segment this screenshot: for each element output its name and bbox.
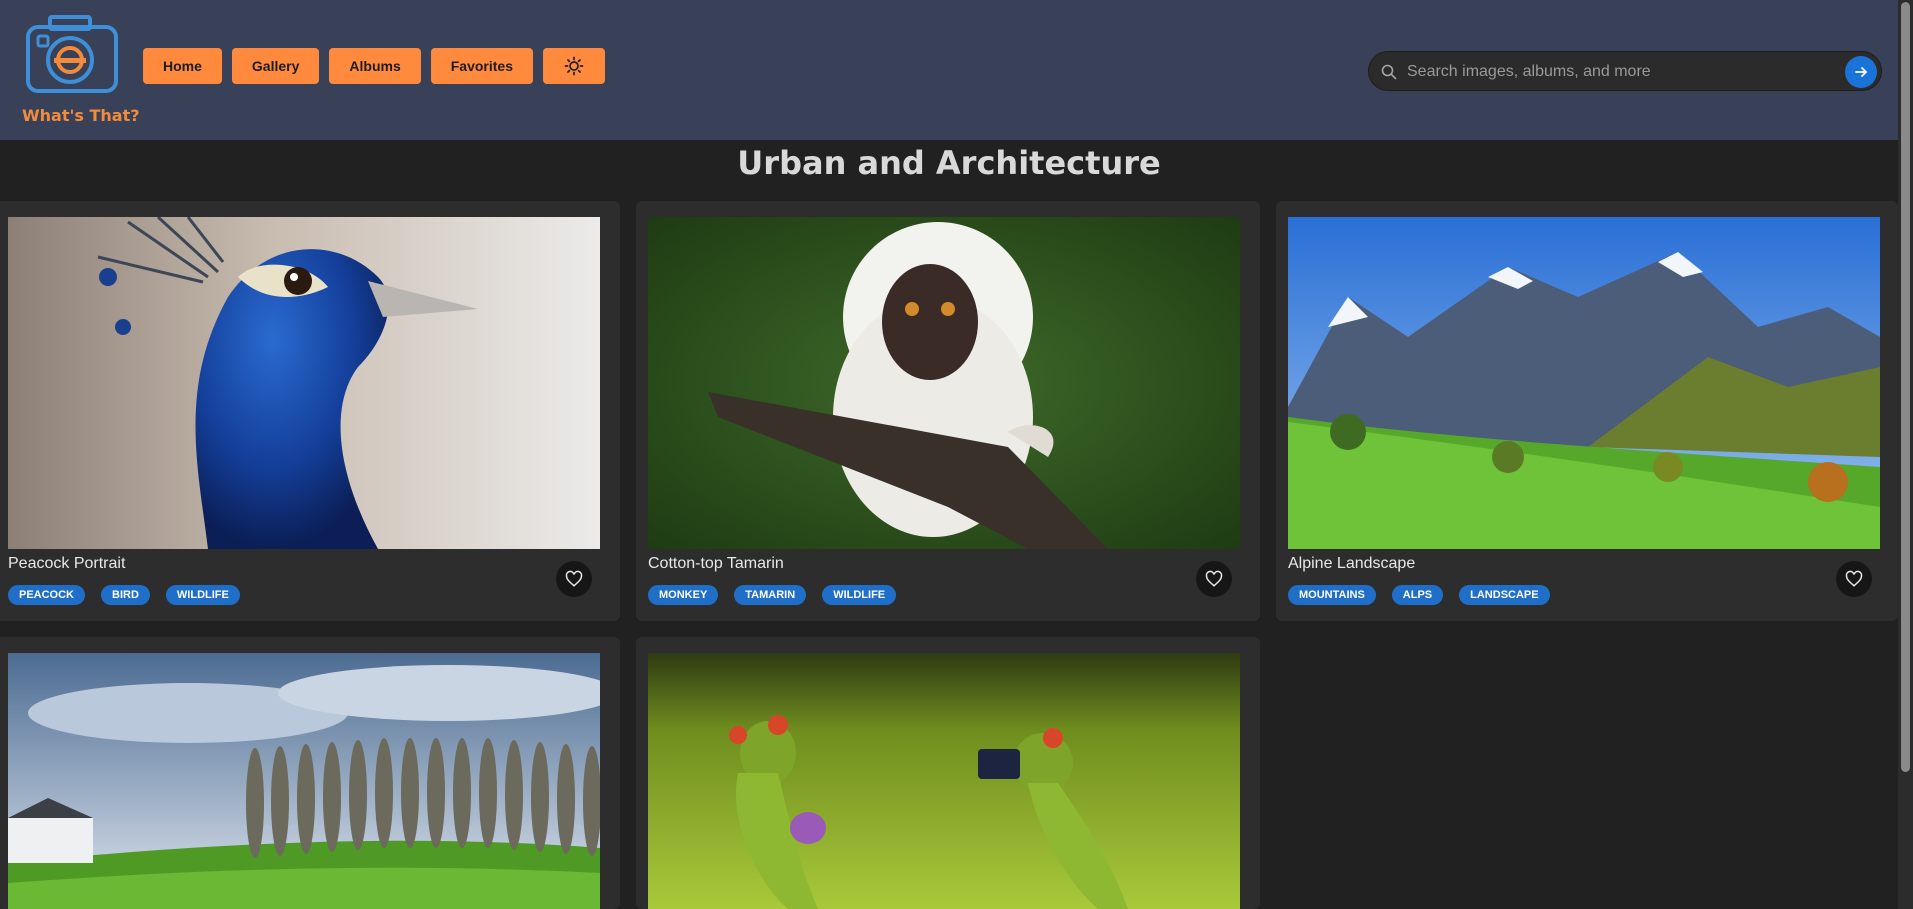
card-image-tamarin[interactable] [648,217,1240,549]
theme-toggle-button[interactable] [542,48,605,84]
card-tags: MOUNTAINS ALPS LANDSCAPE [1288,585,1550,605]
tag-chip[interactable]: LANDSCAPE [1459,585,1550,605]
nav-home-button[interactable]: Home [143,48,222,84]
nav-gallery-button[interactable]: Gallery [231,48,320,84]
sun-icon [564,56,584,76]
arrow-right-icon [1855,67,1867,77]
search-input[interactable] [1407,60,1807,84]
card-image-alpine[interactable] [1288,217,1880,549]
app-header: What's That? Home Gallery Albums Favorit… [0,0,1898,140]
search-submit-button[interactable] [1845,56,1877,88]
image-card[interactable] [0,637,620,909]
logo-text: What's That? [22,106,140,125]
scrollbar-thumb[interactable] [1901,2,1910,772]
tag-chip[interactable]: WILDLIFE [165,585,240,605]
tag-chip[interactable]: WILDLIFE [822,585,897,605]
card-tags: PEACOCK BIRD WILDLIFE [8,585,240,605]
page-title: Urban and Architecture [737,144,1161,182]
nav-albums-button[interactable]: Albums [329,48,421,84]
card-title: Cotton-top Tamarin [648,555,784,572]
image-card[interactable]: Cotton-top Tamarin MONKEY TAMARIN WILDLI… [636,201,1260,621]
page-scrollbar[interactable] [1898,0,1913,909]
favorite-button[interactable] [1836,561,1872,597]
card-image-trees[interactable] [8,653,600,909]
tag-chip[interactable]: BIRD [101,585,150,605]
card-image-frogs[interactable] [648,653,1240,909]
card-title: Peacock Portrait [8,555,126,572]
card-image-peacock[interactable] [8,217,600,549]
favorite-button[interactable] [1196,561,1232,597]
tag-chip[interactable]: ALPS [1391,585,1444,605]
heart-icon [1205,570,1223,587]
tag-chip[interactable]: PEACOCK [8,585,86,605]
heart-icon [565,570,583,587]
heart-icon [1845,570,1863,587]
logo[interactable]: What's That? [10,14,140,125]
card-tags: MONKEY TAMARIN WILDLIFE [648,585,897,605]
main-nav: Home Gallery Albums Favorites [143,48,605,84]
tag-chip[interactable]: TAMARIN [734,585,807,605]
search-icon [1381,64,1397,80]
search-bar [1368,51,1882,91]
camera-logo-icon [26,15,118,93]
favorite-button[interactable] [556,561,592,597]
nav-favorites-button[interactable]: Favorites [430,48,533,84]
tag-chip[interactable]: MONKEY [648,585,719,605]
image-card[interactable] [636,637,1260,909]
tag-chip[interactable]: MOUNTAINS [1288,585,1376,605]
image-card[interactable]: Alpine Landscape MOUNTAINS ALPS LANDSCAP… [1276,201,1898,621]
image-card[interactable]: Peacock Portrait PEACOCK BIRD WILDLIFE [0,201,620,621]
card-title: Alpine Landscape [1288,555,1416,572]
